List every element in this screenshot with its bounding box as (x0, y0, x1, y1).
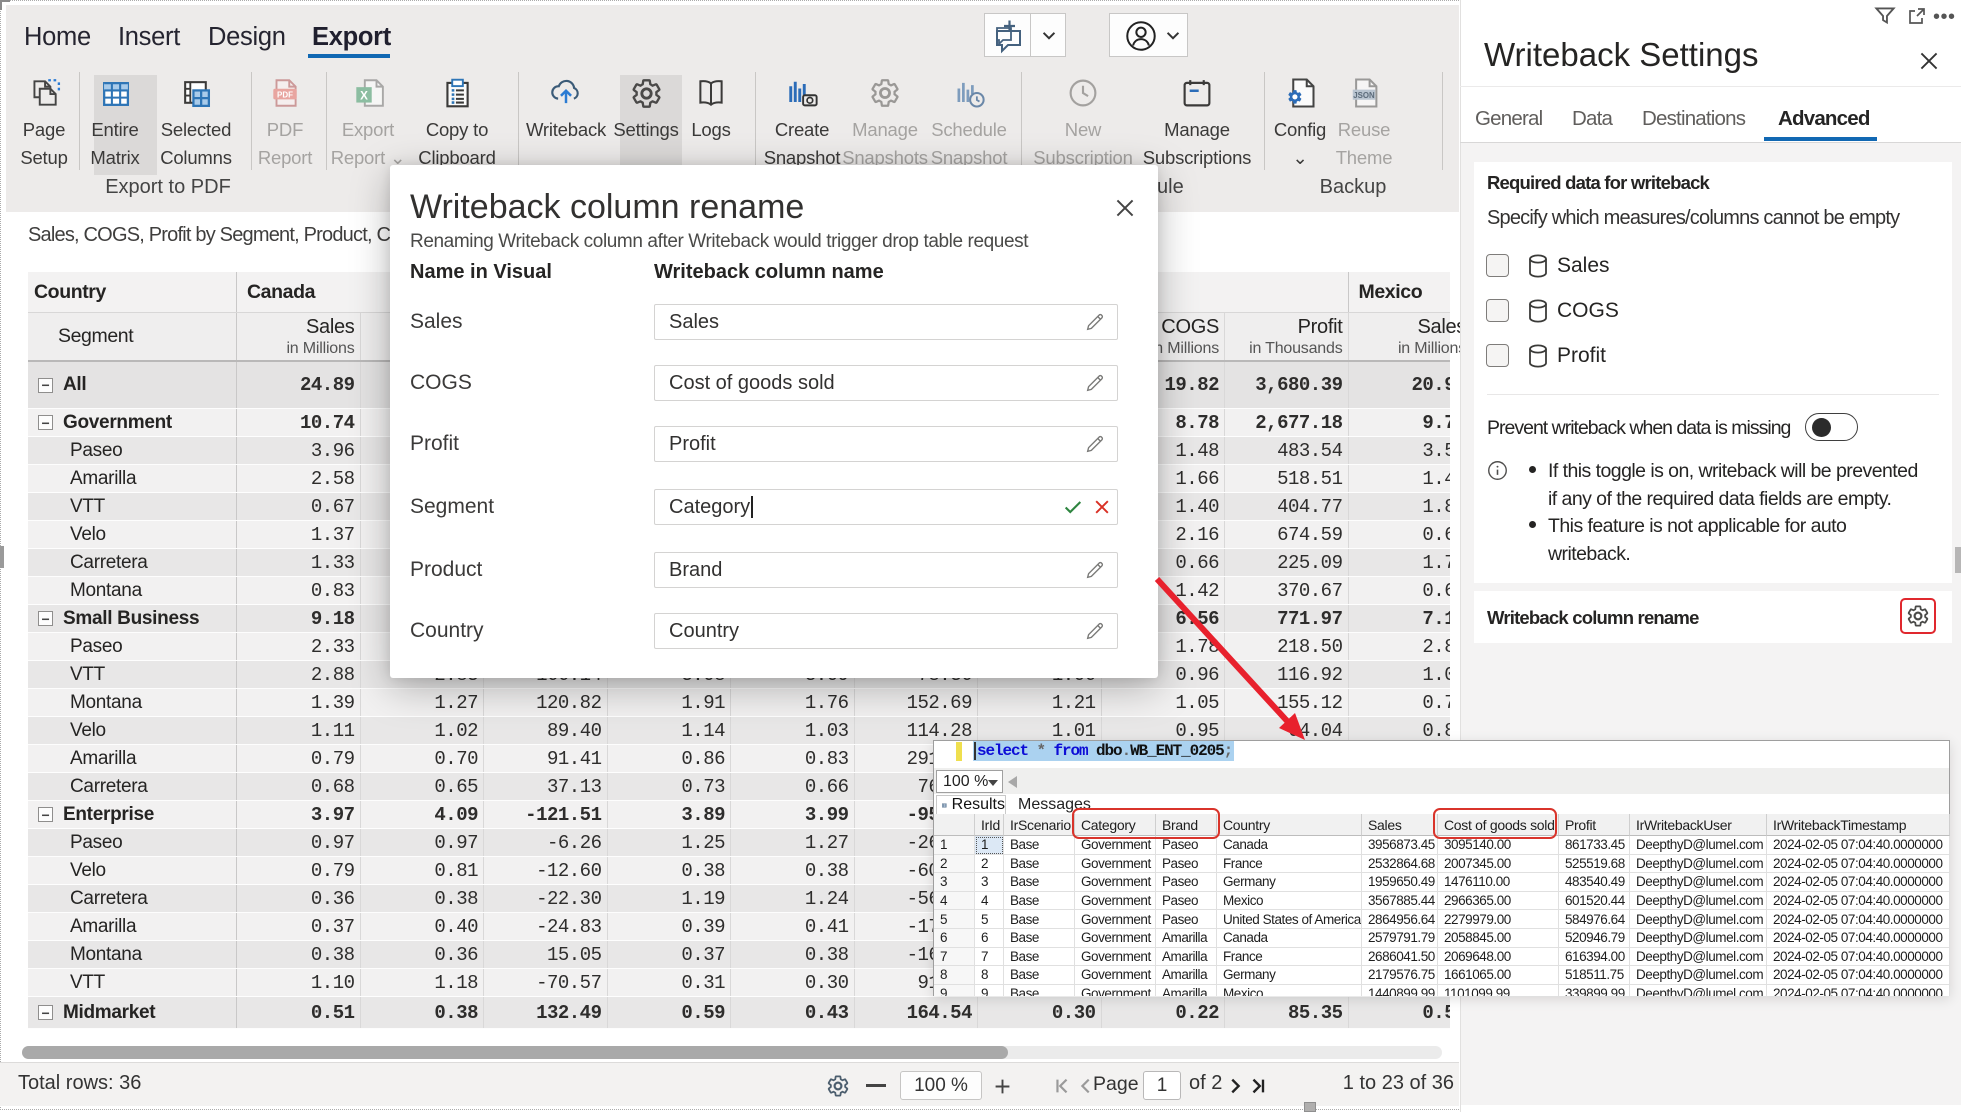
svg-text:JSON: JSON (1353, 91, 1375, 100)
svg-text:PDF: PDF (277, 90, 293, 99)
svg-text:X: X (360, 89, 368, 102)
